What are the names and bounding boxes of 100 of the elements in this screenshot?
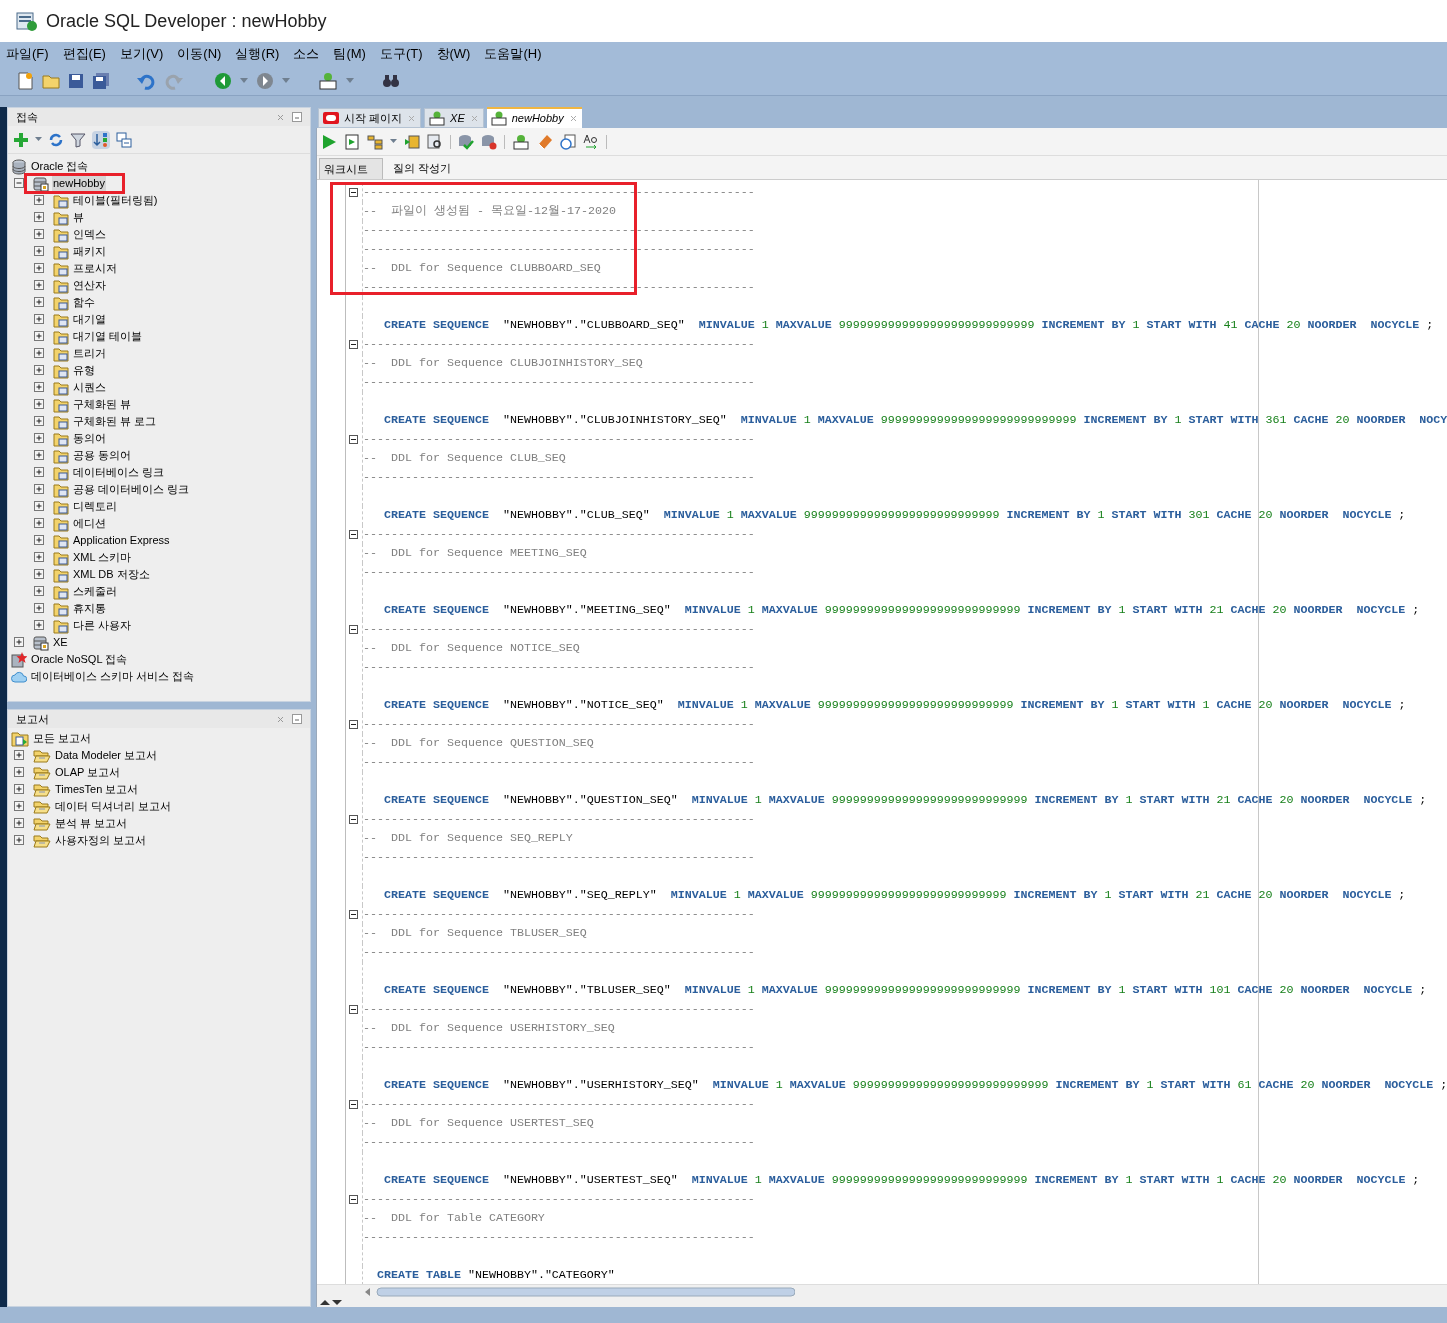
fold-collapse-icon[interactable] — [349, 625, 358, 634]
sql-icon[interactable] — [512, 133, 530, 150]
binoculars-icon[interactable] — [382, 72, 400, 89]
filter-icon[interactable] — [70, 131, 86, 148]
tree-item[interactable]: 구체화된 뷰 로그 — [72, 413, 158, 430]
expand-icon[interactable] — [34, 501, 45, 512]
tree-item[interactable]: XE — [52, 634, 69, 651]
minimize-icon[interactable] — [292, 714, 302, 724]
expand-icon[interactable] — [34, 569, 45, 580]
tree-item[interactable]: 함수 — [72, 294, 96, 311]
expand-icon[interactable] — [34, 382, 45, 393]
tree-item[interactable]: 트리거 — [72, 345, 107, 362]
expand-icon[interactable] — [34, 467, 45, 478]
expand-icon[interactable] — [34, 263, 45, 274]
expand-icon[interactable] — [34, 212, 45, 223]
tree-item[interactable]: 시퀀스 — [72, 379, 107, 396]
sort-icon[interactable] — [92, 130, 110, 149]
tree-item[interactable]: 모든 보고서 — [32, 730, 93, 747]
eraser-icon[interactable] — [537, 133, 553, 150]
menu-item[interactable]: 편집(E) — [62, 44, 106, 64]
menu-item[interactable]: 이동(N) — [177, 44, 222, 64]
expand-icon[interactable] — [14, 801, 25, 812]
editor-tab[interactable]: 시작 페이지 — [318, 108, 422, 128]
fold-collapse-icon[interactable] — [349, 1100, 358, 1109]
collapse-all-icon[interactable] — [116, 131, 132, 148]
tree-item[interactable]: Oracle 접속 — [30, 158, 90, 175]
expand-icon[interactable] — [34, 450, 45, 461]
tree-item[interactable]: 패키지 — [72, 243, 107, 260]
refresh-icon[interactable] — [48, 131, 64, 148]
commit-icon[interactable] — [458, 133, 474, 150]
expand-icon[interactable] — [14, 637, 25, 648]
expand-icon[interactable] — [34, 484, 45, 495]
expand-icon[interactable] — [34, 399, 45, 410]
forward-icon[interactable] — [256, 71, 274, 90]
fold-collapse-icon[interactable] — [349, 1195, 358, 1204]
history-icon[interactable] — [560, 133, 576, 150]
expand-icon[interactable] — [34, 552, 45, 563]
tree-item[interactable]: 데이터베이스 스키마 서비스 접속 — [30, 668, 196, 685]
tree-item[interactable]: 구체화된 뷰 — [72, 396, 133, 413]
tree-item[interactable]: 다른 사용자 — [72, 617, 133, 634]
expand-icon[interactable] — [34, 620, 45, 631]
minimize-icon[interactable] — [292, 112, 302, 122]
tree-item[interactable]: XML DB 저장소 — [72, 566, 151, 583]
expand-icon[interactable] — [34, 229, 45, 240]
caret-icon[interactable] — [390, 139, 397, 144]
tree-item[interactable]: 프로시저 — [72, 260, 118, 277]
expand-icon[interactable] — [34, 297, 45, 308]
editor-tab[interactable]: newHobby — [486, 107, 582, 128]
tree-item[interactable]: 뷰 — [72, 209, 85, 226]
fold-collapse-icon[interactable] — [349, 188, 358, 197]
menu-item[interactable]: 실행(R) — [235, 44, 280, 64]
expand-icon[interactable] — [34, 365, 45, 376]
collapse-icon[interactable] — [14, 178, 25, 189]
tree-item[interactable]: TimesTen 보고서 — [54, 781, 140, 798]
tree-item[interactable]: 동의어 — [72, 430, 107, 447]
tree-item[interactable]: 공용 동의어 — [72, 447, 133, 464]
fold-collapse-icon[interactable] — [349, 435, 358, 444]
tree-item[interactable]: 데이터 딕셔너리 보고서 — [54, 798, 173, 815]
font-case-icon[interactable] — [583, 133, 599, 150]
horizontal-scrollbar[interactable] — [365, 1286, 795, 1297]
tree-item[interactable]: Oracle NoSQL 접속 — [30, 651, 129, 668]
menu-item[interactable]: 파일(F) — [6, 44, 49, 64]
tree-item[interactable]: 대기열 테이블 — [72, 328, 144, 345]
explain-plan-icon[interactable] — [367, 133, 383, 150]
fold-collapse-icon[interactable] — [349, 340, 358, 349]
expand-icon[interactable] — [14, 835, 25, 846]
back-icon[interactable] — [214, 71, 232, 90]
expand-icon[interactable] — [34, 331, 45, 342]
expand-icon[interactable] — [34, 518, 45, 529]
fold-collapse-icon[interactable] — [349, 1005, 358, 1014]
tree-item[interactable]: 스케줄러 — [72, 583, 118, 600]
tree-item[interactable]: Data Modeler 보고서 — [54, 747, 159, 764]
run-icon[interactable] — [321, 133, 337, 150]
expand-icon[interactable] — [34, 246, 45, 257]
tree-item[interactable]: 사용자정의 보고서 — [54, 832, 148, 849]
tree-item[interactable]: 공용 데이터베이스 링크 — [72, 481, 191, 498]
expand-icon[interactable] — [34, 433, 45, 444]
menu-item[interactable]: 팀(M) — [333, 44, 366, 64]
sub-tab[interactable]: 질의 작성기 — [389, 158, 456, 179]
scroll-arrows-icon[interactable] — [320, 1299, 342, 1306]
expand-icon[interactable] — [34, 314, 45, 325]
expand-icon[interactable] — [34, 603, 45, 614]
expand-icon[interactable] — [34, 535, 45, 546]
save-all-icon[interactable] — [92, 71, 110, 90]
fold-collapse-icon[interactable] — [349, 815, 358, 824]
expand-icon[interactable] — [34, 348, 45, 359]
expand-icon[interactable] — [14, 767, 25, 778]
tree-item[interactable]: 연산자 — [72, 277, 107, 294]
expand-icon[interactable] — [34, 195, 45, 206]
caret-icon[interactable] — [35, 137, 42, 142]
save-icon[interactable] — [68, 72, 84, 89]
rollback-icon[interactable] — [481, 133, 497, 150]
tree-item[interactable]: 유형 — [72, 362, 96, 379]
new-file-icon[interactable] — [16, 71, 34, 90]
expand-icon[interactable] — [34, 280, 45, 291]
expand-icon[interactable] — [34, 586, 45, 597]
tree-item[interactable]: Application Express — [72, 532, 171, 549]
tree-item[interactable]: XML 스키마 — [72, 549, 133, 566]
autotrace-icon[interactable] — [404, 133, 420, 150]
fold-collapse-icon[interactable] — [349, 720, 358, 729]
